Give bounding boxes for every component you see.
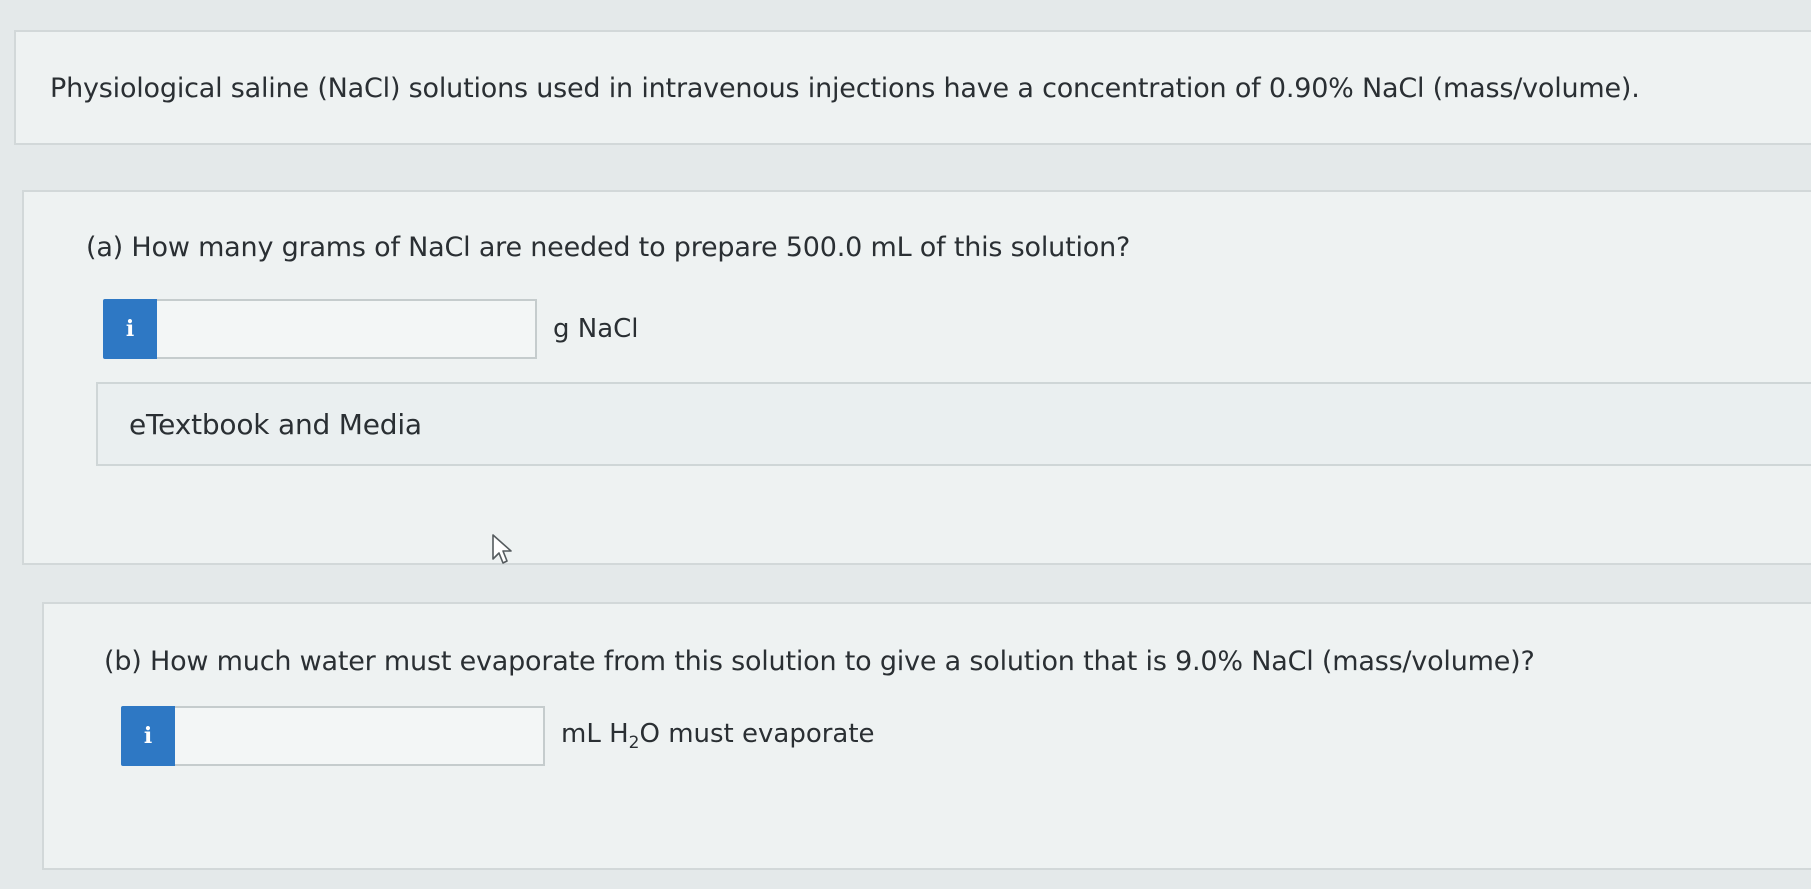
unit-suffix: O must evaporate [639,718,875,749]
problem-statement: Physiological saline (NaCl) solutions us… [50,73,1640,104]
problem-statement-panel: Physiological saline (NaCl) solutions us… [14,30,1811,145]
question-b-panel: (b) How much water must evaporate from t… [42,602,1811,870]
question-a-text: (a) How many grams of NaCl are needed to… [86,232,1131,263]
unit-prefix: mL H [561,718,629,749]
etextbook-media-button[interactable]: eTextbook and Media [96,382,1811,466]
info-icon[interactable]: i [103,299,157,359]
unit-label-b: mL H2O must evaporate [561,719,875,753]
question-b-text: (b) How much water must evaporate from t… [104,646,1535,677]
info-icon[interactable]: i [121,706,175,766]
unit-subscript: 2 [628,733,640,754]
answer-input-b[interactable] [175,706,545,766]
mouse-pointer-icon [491,533,517,571]
answer-row-a: i g NaCl [103,299,639,359]
answer-row-b: i mL H2O must evaporate [121,706,875,766]
unit-label-a: g NaCl [553,314,639,344]
etextbook-media-label: eTextbook and Media [129,408,422,441]
question-a-panel: (a) How many grams of NaCl are needed to… [22,190,1811,565]
answer-input-a[interactable] [157,299,537,359]
